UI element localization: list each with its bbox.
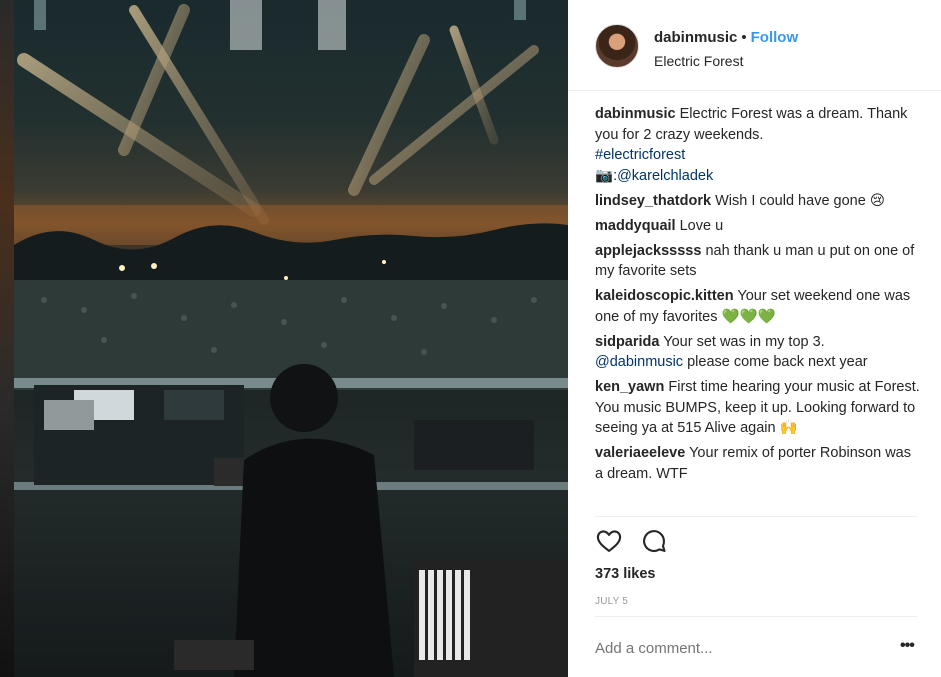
comment-username[interactable]: kaleidoscopic.kitten: [595, 288, 734, 304]
separator-dot: •: [741, 29, 747, 46]
concert-scene-illustration: [14, 0, 568, 677]
username-row: dabinmusic • Follow: [654, 29, 798, 46]
comment-text: Wish I could have gone: [715, 192, 866, 209]
header-username[interactable]: dabinmusic: [654, 29, 737, 46]
camera-icon: 📷: [595, 167, 614, 184]
likes-count[interactable]: 373 likes: [595, 566, 655, 582]
comment-item: lindsey_thatdork Wish I could have gone …: [595, 191, 920, 212]
caption: dabinmusic Electric Forest was a dream. …: [595, 104, 920, 186]
comment-item: sidparida Your set was in my top 3. @dab…: [595, 332, 920, 373]
comment-item: ken_yawn First time hearing your music a…: [595, 377, 920, 439]
mention-link[interactable]: @dabinmusic: [595, 354, 683, 370]
comment-username[interactable]: valeriaeeleve: [595, 445, 685, 461]
location-link[interactable]: Electric Forest: [654, 53, 743, 69]
more-options-icon[interactable]: •••: [900, 637, 915, 655]
comment-username[interactable]: lindsey_thatdork: [595, 193, 711, 209]
hashtag-link[interactable]: #electricforest: [595, 147, 685, 163]
comment-item: kaleidoscopic.kitten Your set weekend on…: [595, 286, 920, 327]
comment-icon[interactable]: [640, 527, 668, 560]
post-details-panel: dabinmusic • Follow Electric Forest dabinm…: [568, 0, 941, 677]
add-comment-input[interactable]: [595, 637, 885, 659]
comment-username[interactable]: sidparida: [595, 334, 659, 350]
comment-username[interactable]: maddyquail: [595, 218, 676, 234]
credit-mention-link[interactable]: :@karelchladek: [613, 168, 713, 184]
post-header: dabinmusic • Follow Electric Forest: [568, 0, 941, 91]
comment-username[interactable]: ken_yawn: [595, 379, 664, 395]
comment-text-continued: please come back next year: [687, 354, 868, 370]
caption-username[interactable]: dabinmusic: [595, 106, 676, 122]
divider: [595, 516, 917, 517]
background-strip: [0, 0, 14, 677]
heart-icon[interactable]: [595, 527, 623, 560]
comment-item: maddyquail Love u: [595, 216, 920, 237]
raised-hands-icon: 🙌: [779, 420, 798, 436]
comment-item: applejacksssss nah thank u man u put on …: [595, 241, 920, 282]
comment-text: Your set was in my top 3.: [663, 333, 825, 350]
crying-face-icon: 😢: [869, 192, 885, 209]
post-photo[interactable]: [14, 0, 568, 677]
avatar[interactable]: [595, 24, 639, 68]
comment-item: valeriaeeleve Your remix of porter Robin…: [595, 443, 920, 484]
comment-username[interactable]: applejacksssss: [595, 243, 701, 259]
follow-button[interactable]: Follow: [751, 29, 799, 46]
comments-list: dabinmusic Electric Forest was a dream. …: [595, 104, 920, 504]
comment-text: Love u: [679, 217, 724, 234]
green-heart-icon: 💚💚💚: [721, 308, 776, 325]
divider: [595, 616, 917, 617]
post-date: JULY 5: [595, 596, 629, 607]
